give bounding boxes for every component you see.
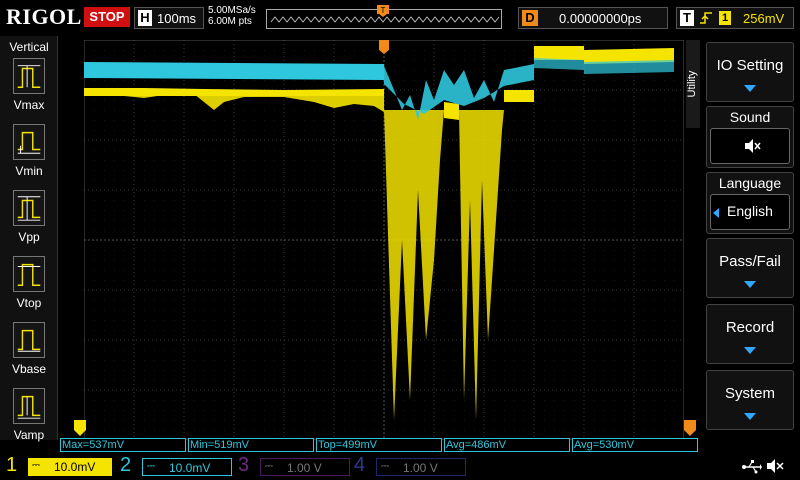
measure-vbase[interactable]: Vbase (0, 320, 58, 382)
trigger-position-icon: T (377, 5, 389, 17)
system-label: System (724, 385, 775, 402)
vmax-icon (13, 58, 45, 94)
timebase-value: 100ms (157, 11, 197, 26)
sound-value-box (710, 128, 790, 164)
horizontal-timebase[interactable]: H 100ms (134, 7, 204, 29)
waveform-grid (84, 40, 684, 440)
result-top: Top=499mV (316, 438, 442, 452)
channel-4-scale-box: ⎓ 1.00 V (376, 458, 466, 476)
trigger-channel: 1 (719, 11, 731, 25)
vpp-icon (13, 190, 45, 226)
channel-4-coupling: ⎓ (381, 461, 389, 472)
sound-title: Sound (729, 109, 771, 125)
channel-2-scale: 10.0mV (169, 461, 211, 475)
channel-4-number: 4 (354, 454, 366, 476)
measure-vmin[interactable]: Vmin (0, 122, 58, 184)
channel-3-scale-box: ⎓ 1.00 V (260, 458, 350, 476)
result-avg-2: Avg=530mV (572, 438, 698, 452)
measure-category-title: Vertical (9, 40, 49, 54)
vmin-icon (13, 124, 45, 160)
result-min: Min=519mV (188, 438, 314, 452)
trigger-letter: T (680, 10, 694, 26)
delay-letter: D (522, 10, 538, 26)
channel-1-scale: 10.0mV (54, 460, 96, 474)
speaker-muted-icon (745, 139, 761, 153)
delay-value: 0.00000000ps (559, 11, 642, 26)
pass-fail-label: Pass/Fail (719, 253, 781, 270)
trigger-level: 256mV (743, 11, 785, 26)
memory-depth: 6.00M pts (208, 16, 252, 27)
channel-1-number: 1 (6, 454, 18, 476)
speaker-muted-icon[interactable] (766, 458, 784, 474)
chevron-down-icon (744, 85, 756, 92)
waveform-display[interactable] (84, 40, 684, 440)
channel-3-number: 3 (238, 454, 250, 476)
svg-text:T: T (381, 6, 386, 15)
top-status-bar: RIGOL STOP H 100ms 5.00MSa/s 6.00M pts T… (0, 0, 800, 36)
trigger-readout[interactable]: T 1 256mV (676, 7, 794, 29)
measure-vamp[interactable]: Vamp (0, 386, 58, 448)
delay-readout[interactable]: D 0.00000000ps (518, 7, 668, 29)
vamp-label: Vamp (13, 428, 45, 442)
result-max: Max=537mV (60, 438, 186, 452)
sound-button[interactable]: Sound (706, 106, 794, 168)
pass-fail-button[interactable]: Pass/Fail (706, 238, 794, 298)
horizontal-letter: H (138, 10, 152, 26)
channel-4-scale: 1.00 V (403, 461, 438, 475)
vamp-icon (13, 388, 45, 424)
language-button[interactable]: Language English (706, 172, 794, 234)
run-stop-indicator[interactable]: STOP (84, 7, 130, 27)
vpp-label: Vpp (18, 230, 40, 244)
vmin-label: Vmin (15, 164, 43, 178)
channel-2-coupling: ⎓ (147, 461, 155, 472)
measure-panel: Vertical Vmax Vmin Vpp Vtop Vbase Vamp (0, 36, 58, 442)
chevron-down-icon (744, 413, 756, 420)
channel-1-scale-box: ⎓ 10.0mV (28, 458, 112, 476)
channel-2-number: 2 (120, 454, 132, 476)
trigger-level-marker[interactable] (684, 420, 696, 436)
sample-rate: 5.00MSa/s (208, 5, 256, 16)
channel-1-coupling: ⎓ (32, 460, 40, 471)
language-value: English (727, 203, 773, 219)
vmax-label: Vmax (13, 98, 45, 112)
ch1-offset-marker[interactable] (74, 420, 86, 436)
channel-2-scale-box: ⎓ 10.0mV (142, 458, 232, 476)
system-button[interactable]: System (706, 370, 794, 430)
measurement-results: Max=537mV Min=519mV Top=499mV Avg=486mV … (60, 438, 700, 452)
io-setting-label: IO Setting (716, 57, 784, 74)
vtop-icon (13, 256, 45, 292)
language-value-box: English (710, 194, 790, 230)
utility-tab-label: Utility (686, 70, 698, 98)
chevron-down-icon (744, 281, 756, 288)
rising-edge-icon (700, 12, 712, 24)
brand-logo: RIGOL (6, 4, 82, 29)
measure-vmax[interactable]: Vmax (0, 56, 58, 118)
vtop-label: Vtop (16, 296, 42, 310)
language-title: Language (718, 175, 782, 191)
channel-3-coupling: ⎓ (265, 461, 273, 472)
utility-tab[interactable]: Utility (686, 40, 700, 128)
measure-vpp[interactable]: Vpp (0, 188, 58, 250)
measure-vtop[interactable]: Vtop (0, 254, 58, 316)
channel-bar: 1 ⎓ 10.0mV 2 ⎓ 10.0mV 3 ⎓ 1.00 V 4 ⎓ 1.0… (0, 452, 800, 480)
record-button[interactable]: Record (706, 304, 794, 364)
vbase-label: Vbase (11, 362, 47, 376)
vbase-icon (13, 322, 45, 358)
chevron-down-icon (744, 347, 756, 354)
record-label: Record (725, 319, 775, 336)
acquisition-info: 5.00MSa/s 6.00M pts (208, 5, 256, 27)
usb-icon (742, 460, 762, 474)
io-setting-button[interactable]: IO Setting (706, 42, 794, 102)
result-avg-1: Avg=486mV (444, 438, 570, 452)
channel-3-scale: 1.00 V (287, 461, 322, 475)
